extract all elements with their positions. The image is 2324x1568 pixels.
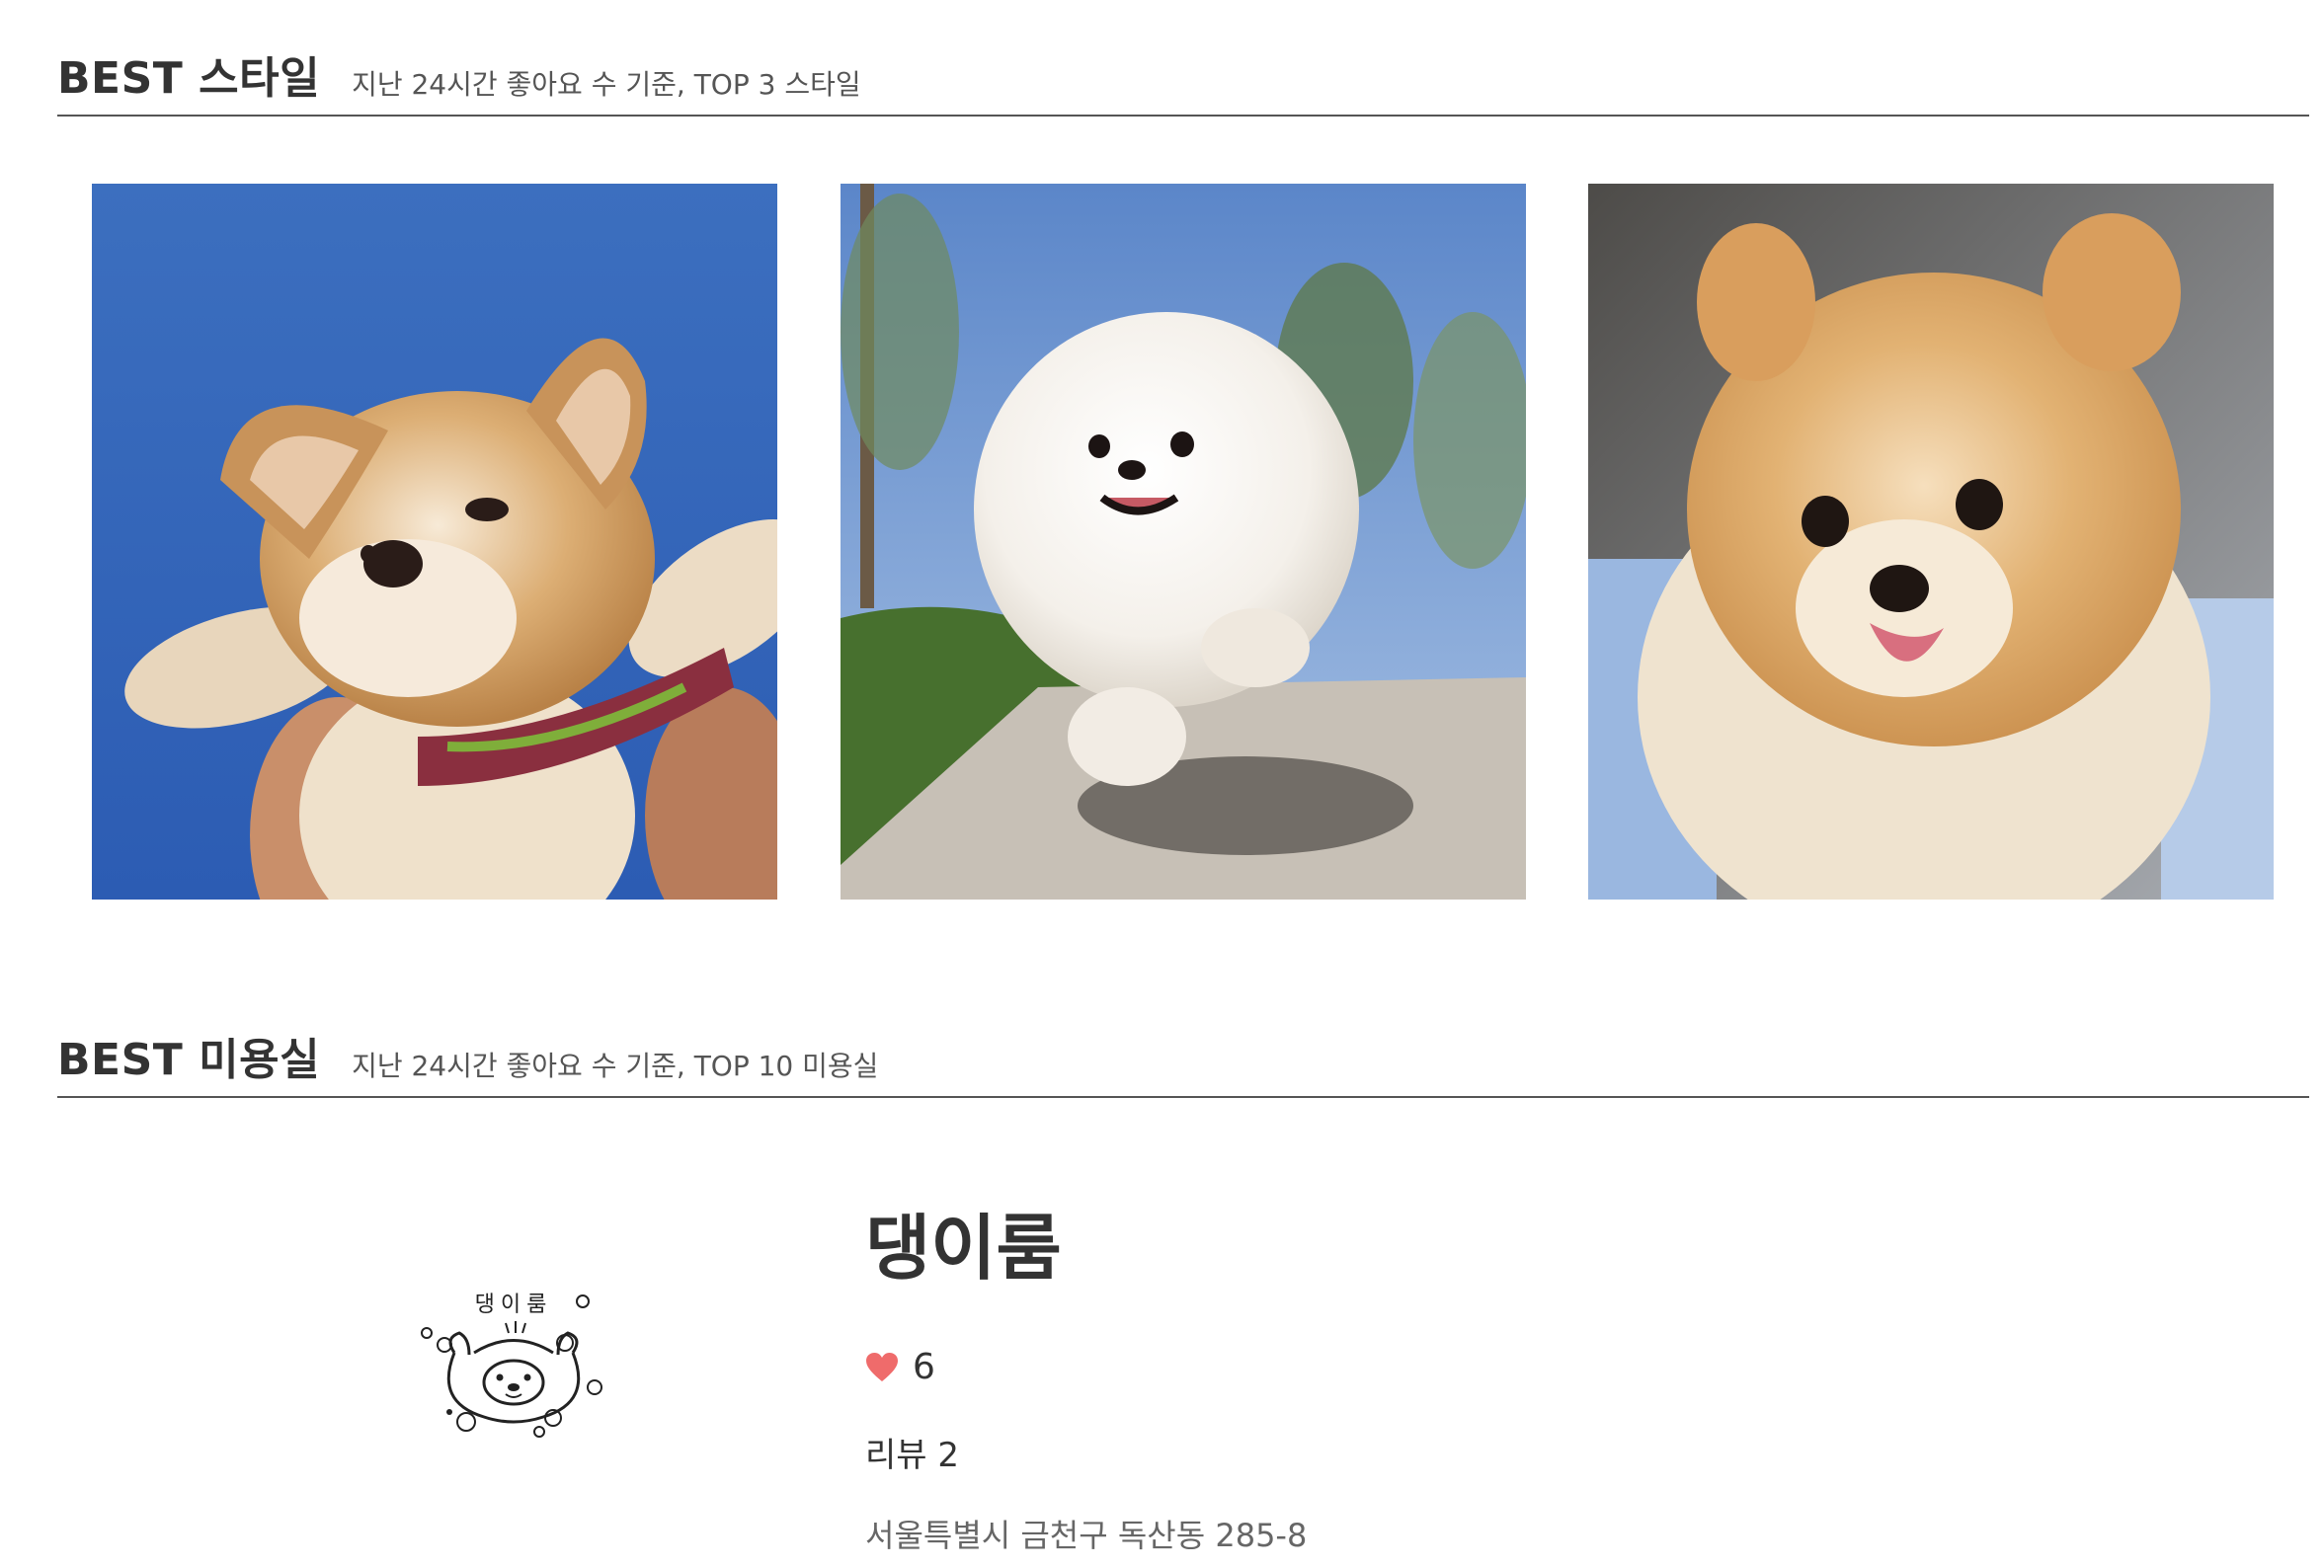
salon-review-count: 리뷰 2 [865,1436,959,1475]
salon-logo-lettering: 댕이룸 [475,1293,553,1317]
best-salons-header: BEST 미용실 지난 24시간 좋아요 수 기준, TOP 10 미용실 [57,1035,2309,1098]
salon-logo[interactable]: 댕이룸 [415,1284,612,1451]
salon-name[interactable]: 댕이룸 [865,1213,1062,1284]
best-salons-subtitle: 지난 24시간 좋아요 수 기준, TOP 10 미용실 [352,1050,879,1082]
orange-pomeranian-photo [1588,184,2274,900]
style-card-orange-pomeranian[interactable] [1588,184,2274,900]
white-pomeranian-photo [841,184,1526,900]
style-card-corgi[interactable] [92,184,777,900]
corgi-puppy-photo [92,184,777,900]
dog-face-logo: 댕이룸 [421,1293,602,1438]
best-styles-subtitle: 지난 24시간 좋아요 수 기준, TOP 3 스타일 [352,68,861,101]
best-styles-header: BEST 스타일 지난 24시간 좋아요 수 기준, TOP 3 스타일 [57,53,2309,117]
salon-like-count: 6 [913,1347,935,1387]
salon-address: 서울특별시 금천구 독산동 285-8 [865,1517,1308,1554]
best-styles-title: BEST 스타일 [57,53,321,104]
salon-likes: 6 [865,1347,935,1387]
best-salons-title: BEST 미용실 [57,1035,321,1085]
style-card-white-pomeranian[interactable] [841,184,1526,900]
heart-icon[interactable] [865,1352,899,1383]
